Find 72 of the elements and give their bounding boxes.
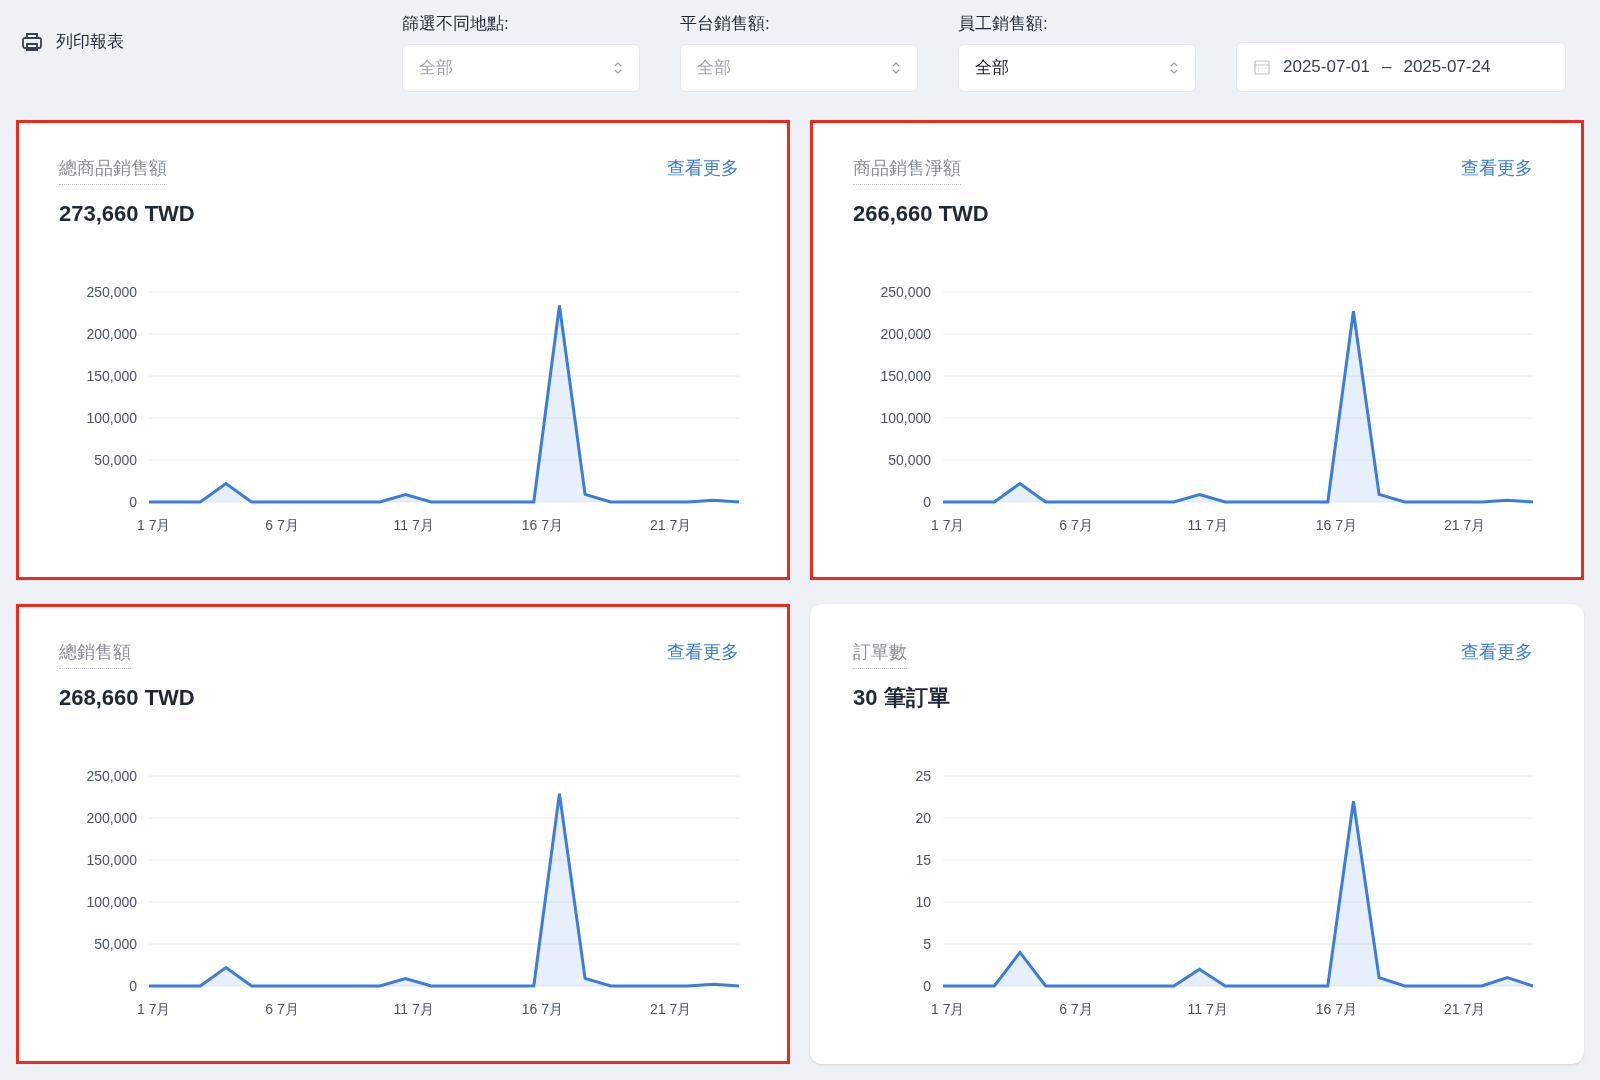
axis-label: 1 7月 [931,1001,965,1017]
axis-label: 6 7月 [265,517,299,533]
card-title: 訂單數 [853,639,907,669]
axis-label: 16 7月 [1315,517,1358,533]
metric-value: 30 筆訂單 [853,684,951,712]
view-more-link[interactable]: 查看更多 [1461,639,1533,666]
axis-label: 1 7月 [931,517,965,533]
metric-value: 266,660 TWD [853,200,990,228]
axis-label: 250,000 [86,284,137,300]
view-more-link[interactable]: 查看更多 [667,155,739,182]
metric-value: 273,660 TWD [59,200,196,228]
axis-label: 200,000 [86,810,137,826]
axis-label: 0 [129,978,137,994]
axis-label: 21 7月 [650,517,692,533]
axis-label: 0 [129,494,137,510]
metric-value: 268,660 TWD [59,684,196,712]
axis-label: 16 7月 [521,517,564,533]
filter-label: 平台銷售額: [680,12,771,35]
axis-label: 0 [923,978,931,994]
view-more-link[interactable]: 查看更多 [667,639,739,666]
axis-label: 50,000 [888,452,931,468]
card-title: 商品銷售淨額 [853,155,961,185]
axis-label: 15 [915,852,931,868]
axis-label: 21 7月 [1444,1001,1486,1017]
axis-label: 11 7月 [1187,517,1228,533]
axis-label: 16 7月 [521,1001,564,1017]
axis-label: 250,000 [86,768,137,784]
axis-label: 25 [915,768,931,784]
card-title: 總銷售額 [59,639,131,669]
print-report-button[interactable]: 列印報表 [20,29,124,55]
axis-label: 1 7月 [137,517,171,533]
axis-label: 21 7月 [1444,517,1486,533]
calendar-icon [1253,58,1271,76]
axis-label: 100,000 [86,894,137,910]
filter-select[interactable]: 全部 [402,44,640,92]
filter-select[interactable]: 全部 [680,44,918,92]
axis-label: 150,000 [880,368,931,384]
axis-label: 5 [923,936,931,952]
axis-label: 11 7月 [393,517,434,533]
view-more-link[interactable]: 查看更多 [1461,155,1533,182]
start-date: 2025-07-01 [1283,56,1370,79]
axis-label: 200,000 [880,326,931,342]
axis-label: 50,000 [94,452,137,468]
sort-caret-icon [613,60,623,76]
axis-label: 20 [915,810,931,826]
filter-select[interactable]: 全部 [958,44,1196,92]
card-title: 總商品銷售額 [59,155,167,185]
axis-label: 6 7月 [1059,517,1093,533]
sort-caret-icon [891,60,901,76]
axis-label: 100,000 [86,410,137,426]
printer-icon [20,30,44,54]
axis-label: 16 7月 [1315,1001,1358,1017]
axis-label: 250,000 [880,284,931,300]
axis-label: 10 [915,894,931,910]
axis-label: 11 7月 [1187,1001,1228,1017]
axis-label: 0 [923,494,931,510]
axis-label: 150,000 [86,852,137,868]
axis-label: 50,000 [94,936,137,952]
axis-label: 6 7月 [1059,1001,1093,1017]
axis-label: 150,000 [86,368,137,384]
sort-caret-icon [1169,60,1179,76]
axis-label: 21 7月 [650,1001,692,1017]
axis-label: 200,000 [86,326,137,342]
filter-label: 員工銷售額: [958,12,1049,35]
end-date: 2025-07-24 [1403,56,1491,79]
axis-label: 11 7月 [393,1001,434,1017]
axis-label: 100,000 [880,410,931,426]
range-separator: – [1381,56,1392,79]
filter-label: 篩選不同地點: [402,12,510,35]
axis-label: 1 7月 [137,1001,171,1017]
date-range-field[interactable]: 2025-07-01 – 2025-07-24 [1236,42,1566,92]
axis-label: 6 7月 [265,1001,299,1017]
